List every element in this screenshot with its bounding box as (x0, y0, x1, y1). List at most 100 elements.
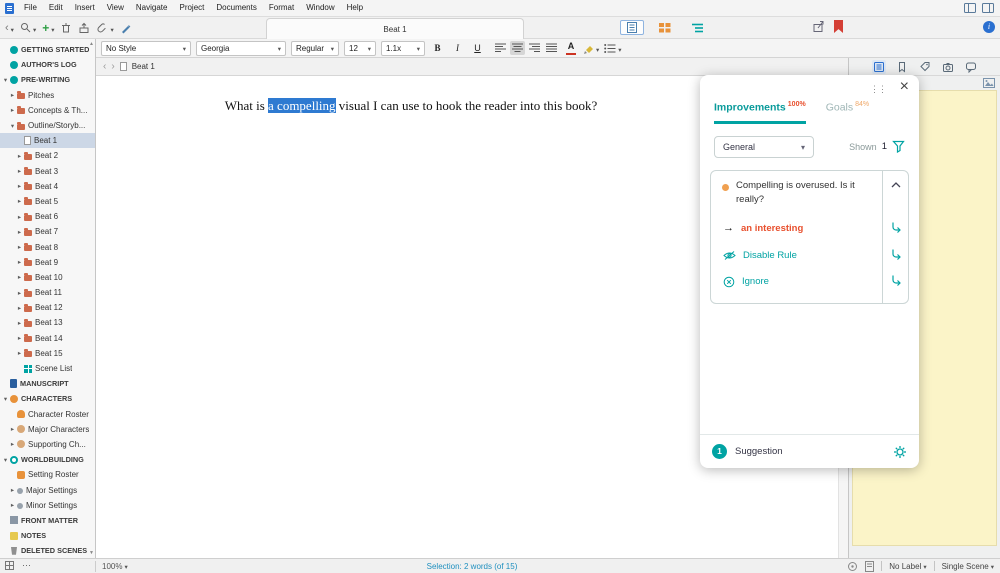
chevron-down-icon[interactable] (108, 19, 113, 37)
trash-button[interactable] (59, 21, 73, 35)
view-mode-corkboard-button[interactable] (653, 20, 677, 35)
synopsis-image-toggle[interactable] (983, 78, 995, 88)
apply-replacement-button[interactable] (890, 221, 902, 233)
attach-button[interactable] (95, 18, 114, 38)
binder-item[interactable]: ▸ Beat 8 (0, 239, 95, 254)
document-tab[interactable]: Beat 1 (266, 18, 524, 39)
binder-item[interactable]: AUTHOR'S LOG (0, 57, 95, 72)
disclosure-arrow-icon[interactable]: ▸ (16, 289, 23, 297)
binder-item[interactable]: ▸ Beat 5 (0, 194, 95, 209)
disclosure-arrow-icon[interactable]: ▾ (2, 76, 9, 84)
disclosure-arrow-icon[interactable]: ▾ (2, 456, 9, 464)
collapse-button[interactable] (890, 181, 902, 189)
binder-item[interactable]: DELETED SCENES (0, 543, 95, 558)
tab-goals[interactable]: Goals 84% (826, 101, 869, 124)
section-type-dropdown[interactable]: Single Scene (942, 562, 994, 571)
menu-item[interactable]: File (18, 0, 43, 16)
align-left-button[interactable] (493, 41, 508, 55)
font-dropdown[interactable]: Georgia (196, 40, 286, 56)
bookmark-icon[interactable] (834, 20, 843, 33)
inspector-tab-notes[interactable] (871, 59, 886, 74)
disclosure-arrow-icon[interactable]: ▸ (16, 197, 23, 205)
binder-item[interactable]: ▸ Major Characters (0, 422, 95, 437)
disclosure-arrow-icon[interactable]: ▸ (9, 501, 16, 509)
line-spacing-dropdown[interactable]: 1.1x (381, 40, 425, 56)
menu-item[interactable]: Edit (43, 0, 69, 16)
disclosure-arrow-icon[interactable]: ▸ (16, 167, 23, 175)
binder-item[interactable]: ▸ Beat 4 (0, 179, 95, 194)
binder-item[interactable]: ▸ Beat 3 (0, 164, 95, 179)
scroll-up-icon[interactable] (89, 41, 94, 47)
disclosure-arrow-icon[interactable]: ▸ (9, 486, 16, 494)
binder-item[interactable]: ▾ PRE-WRITING (0, 72, 95, 87)
menu-item[interactable]: Project (173, 0, 210, 16)
binder-item[interactable]: ▾ Outline/Storyb... (0, 118, 95, 133)
binder-item[interactable]: ▸ Beat 2 (0, 148, 95, 163)
binder-item[interactable]: ▸ Pitches (0, 88, 95, 103)
binder-item[interactable]: FRONT MATTER (0, 513, 95, 528)
font-size-dropdown[interactable]: 12 (344, 40, 376, 56)
disclosure-arrow-icon[interactable]: ▸ (16, 273, 23, 281)
more-options-icon[interactable]: ⋯ (22, 561, 31, 570)
label-dropdown[interactable]: No Label (889, 562, 926, 571)
menu-item[interactable]: Documents (210, 0, 262, 16)
binder-item[interactable]: ▾ WORLDBUILDING (0, 452, 95, 467)
binder-options-icon[interactable] (5, 561, 14, 570)
disclosure-arrow-icon[interactable]: ▸ (16, 213, 23, 221)
align-center-button[interactable] (510, 41, 525, 55)
binder-item[interactable]: ▸ Supporting Ch... (0, 437, 95, 452)
scroll-down-icon[interactable] (89, 550, 94, 556)
chevron-down-icon[interactable] (49, 19, 54, 37)
binder-item[interactable]: ▸ Beat 13 (0, 315, 95, 330)
menu-item[interactable]: Window (300, 0, 340, 16)
binder-item[interactable]: Beat 1 (0, 133, 95, 149)
tab-improvements[interactable]: Improvements 100% (714, 101, 806, 124)
view-mode-document-button[interactable] (620, 20, 644, 35)
font-color-button[interactable]: A (564, 41, 578, 56)
binder-item[interactable]: ▸ Beat 9 (0, 255, 95, 270)
disclosure-arrow-icon[interactable]: ▾ (2, 395, 9, 403)
binder-item[interactable]: Character Roster (0, 407, 95, 422)
chevron-down-icon[interactable] (31, 19, 36, 37)
list-button[interactable] (604, 39, 621, 57)
search-button[interactable] (19, 18, 37, 38)
share-button[interactable] (812, 20, 825, 33)
binder-item[interactable]: ▸ Concepts & Th... (0, 103, 95, 118)
style-dropdown[interactable]: No Style (101, 40, 191, 56)
compose-button[interactable] (119, 21, 133, 35)
disclosure-arrow-icon[interactable]: ▸ (9, 106, 16, 114)
binder-item[interactable]: ▸ Major Settings (0, 482, 95, 497)
disclosure-arrow-icon[interactable]: ▸ (16, 228, 23, 236)
editor-back-icon[interactable]: ‹ (103, 60, 106, 74)
apply-disable-button[interactable] (890, 248, 902, 260)
binder-item[interactable]: ▸ Beat 6 (0, 209, 95, 224)
editor-text[interactable]: What is a compelling visual I can use to… (96, 98, 726, 114)
disclosure-arrow-icon[interactable]: ▸ (16, 319, 23, 327)
history-back-button[interactable]: ‹ (4, 18, 15, 38)
menu-item[interactable]: Format (263, 0, 300, 16)
inspector-tab-metadata[interactable] (918, 60, 932, 74)
layout-left-panel-icon[interactable] (964, 3, 976, 13)
binder-item[interactable]: ▸ Beat 14 (0, 331, 95, 346)
disclosure-arrow-icon[interactable]: ▸ (16, 182, 23, 190)
binder-item[interactable]: MANUSCRIPT (0, 376, 95, 391)
disclosure-arrow-icon[interactable]: ▸ (16, 243, 23, 251)
chevron-down-icon[interactable] (9, 19, 14, 37)
drag-handle-icon[interactable]: ⋮⋮ (870, 84, 887, 95)
disclosure-arrow-icon[interactable]: ▸ (9, 440, 16, 448)
apply-ignore-button[interactable] (890, 274, 902, 286)
disable-rule-action[interactable]: Disable Rule (723, 250, 797, 261)
font-variant-dropdown[interactable]: Regular (291, 40, 339, 56)
menu-item[interactable]: View (101, 0, 130, 16)
italic-button[interactable]: I (450, 41, 465, 56)
inspector-tab-snapshots[interactable] (941, 60, 955, 74)
binder-item[interactable]: Scene List (0, 361, 95, 376)
binder-item[interactable]: ▸ Beat 7 (0, 224, 95, 239)
disclosure-arrow-icon[interactable]: ▸ (16, 334, 23, 342)
layout-right-panel-icon[interactable] (982, 3, 994, 13)
settings-button[interactable] (893, 445, 907, 459)
info-icon[interactable]: i (983, 21, 995, 33)
binder-item[interactable]: Setting Roster (0, 467, 95, 482)
add-item-button[interactable]: + (41, 18, 55, 38)
disclosure-arrow-icon[interactable]: ▾ (9, 122, 16, 130)
